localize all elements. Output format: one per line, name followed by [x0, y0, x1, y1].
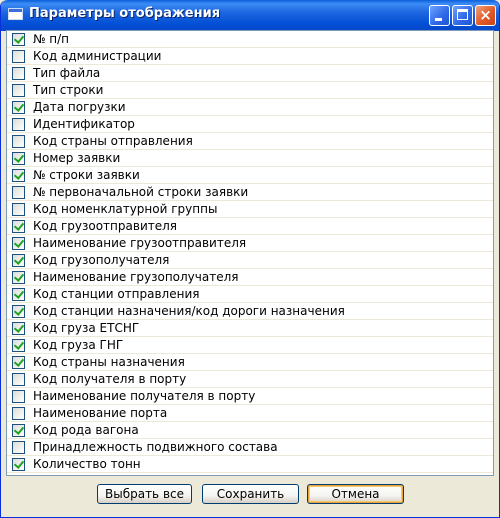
list-item-label: Дата погрузки	[33, 100, 126, 114]
list-item-label: Идентификатор	[33, 117, 135, 131]
select-all-button[interactable]: Выбрать все	[97, 484, 192, 504]
list-item-label: Номер заявки	[33, 151, 121, 165]
list-item-label: Количество тонн	[33, 457, 141, 471]
list-item-label: Код груза ГНГ	[33, 338, 124, 352]
checkbox-checked[interactable]	[12, 424, 25, 437]
list-item[interactable]: Наименование грузополучателя	[7, 269, 493, 286]
checkbox-checked[interactable]	[12, 169, 25, 182]
list-item-label: Код рода вагона	[33, 423, 139, 437]
settings-dialog: Параметры отображения × № п/п Код админис…	[0, 0, 500, 518]
list-item-label: Код администрации	[33, 49, 162, 63]
list-item[interactable]: Код груза ЕТСНГ	[7, 320, 493, 337]
list-item-label: Наименование грузоотправителя	[33, 236, 247, 250]
minimize-icon	[435, 18, 442, 21]
list-item[interactable]: Принадлежность подвижного состава	[7, 439, 493, 456]
list-item-label: Принадлежность подвижного состава	[33, 440, 278, 454]
checkbox-checked[interactable]	[12, 152, 25, 165]
list-item-label: № п/п	[33, 32, 70, 46]
window-icon	[8, 8, 23, 20]
maximize-icon	[457, 9, 468, 20]
checkbox-checked[interactable]	[12, 339, 25, 352]
list-item[interactable]: Код грузополучателя	[7, 252, 493, 269]
save-button[interactable]: Сохранить	[202, 484, 299, 504]
list-item[interactable]: Идентификатор	[7, 116, 493, 133]
checkbox-unchecked[interactable]	[12, 50, 25, 63]
list-item[interactable]: Код номенклатурной группы	[7, 201, 493, 218]
list-item[interactable]: Код грузоотправителя	[7, 218, 493, 235]
list-item[interactable]: № п/п	[7, 31, 493, 48]
display-parameters-list[interactable]: № п/п Код администрации Тип файла Тип строк…	[6, 30, 494, 476]
cancel-button[interactable]: Отмена	[307, 484, 404, 504]
checkbox-checked[interactable]	[12, 271, 25, 284]
list-item-label: Код станции назначения/код дороги назнач…	[33, 304, 345, 318]
close-icon: ×	[479, 6, 492, 24]
checkbox-checked[interactable]	[12, 356, 25, 369]
list-item[interactable]: Дата погрузки	[7, 99, 493, 116]
checkbox-checked[interactable]	[12, 220, 25, 233]
checkbox-unchecked[interactable]	[12, 67, 25, 80]
checkbox-unchecked[interactable]	[12, 84, 25, 97]
list-item[interactable]: Количество тонн	[7, 456, 493, 473]
list-item[interactable]: Наименование грузоотправителя	[7, 235, 493, 252]
minimize-button[interactable]	[429, 5, 450, 26]
checkbox-checked[interactable]	[12, 254, 25, 267]
list-item[interactable]: № первоначальной строки заявки	[7, 184, 493, 201]
list-item[interactable]: Код получателя в порту	[7, 371, 493, 388]
list-item[interactable]: Наименование получателя в порту	[7, 388, 493, 405]
list-item-label: Код грузополучателя	[33, 253, 170, 267]
checkbox-checked[interactable]	[12, 458, 25, 471]
list-item[interactable]: Код станции отправления	[7, 286, 493, 303]
checkbox-unchecked[interactable]	[12, 441, 25, 454]
list-item[interactable]: Код груза ГНГ	[7, 337, 493, 354]
list-item-label: Код страны отправления	[33, 134, 193, 148]
list-item[interactable]: Наименование порта	[7, 405, 493, 422]
window-title: Параметры отображения	[29, 6, 221, 21]
checkbox-unchecked[interactable]	[12, 373, 25, 386]
checkbox-checked[interactable]	[12, 237, 25, 250]
checkbox-unchecked[interactable]	[12, 118, 25, 131]
list-item[interactable]: Тип файла	[7, 65, 493, 82]
list-item[interactable]: Код администрации	[7, 48, 493, 65]
checkbox-checked[interactable]	[12, 322, 25, 335]
list-item[interactable]: Код станции назначения/код дороги назнач…	[7, 303, 493, 320]
list-item[interactable]: № строки заявки	[7, 167, 493, 184]
checkbox-checked[interactable]	[12, 101, 25, 114]
checkbox-checked[interactable]	[12, 33, 25, 46]
checkbox-unchecked[interactable]	[12, 390, 25, 403]
checkbox-checked[interactable]	[12, 288, 25, 301]
list-item[interactable]: Код рода вагона	[7, 422, 493, 439]
checkbox-checked[interactable]	[12, 305, 25, 318]
checkbox-unchecked[interactable]	[12, 407, 25, 420]
list-item-label: Код грузоотправителя	[33, 219, 177, 233]
list-item-label: Код номенклатурной группы	[33, 202, 218, 216]
list-item[interactable]: Номер заявки	[7, 150, 493, 167]
list-item-label: Код станции отправления	[33, 287, 200, 301]
list-item[interactable]: Код страны назначения	[7, 354, 493, 371]
list-item-label: Наименование порта	[33, 406, 168, 420]
dialog-footer: Выбрать все Сохранить Отмена	[1, 478, 499, 517]
list-item-label: Код груза ЕТСНГ	[33, 321, 140, 335]
list-item-label: № первоначальной строки заявки	[33, 185, 249, 199]
checkbox-unchecked[interactable]	[12, 186, 25, 199]
list-item-label: Код получателя в порту	[33, 372, 187, 386]
title-bar[interactable]: Параметры отображения ×	[1, 0, 499, 31]
checkbox-unchecked[interactable]	[12, 135, 25, 148]
list-item-label: Наименование грузополучателя	[33, 270, 239, 284]
list-item-label: Наименование получателя в порту	[33, 389, 256, 403]
list-item[interactable]: Код страны отправления	[7, 133, 493, 150]
checkbox-unchecked[interactable]	[12, 203, 25, 216]
list-item[interactable]: Тип строки	[7, 82, 493, 99]
list-item-label: Код страны назначения	[33, 355, 185, 369]
maximize-button[interactable]	[452, 5, 473, 26]
list-item-label: Тип строки	[33, 83, 104, 97]
list-item-label: Тип файла	[33, 66, 101, 80]
close-button[interactable]: ×	[475, 5, 496, 26]
list-item-label: № строки заявки	[33, 168, 140, 182]
